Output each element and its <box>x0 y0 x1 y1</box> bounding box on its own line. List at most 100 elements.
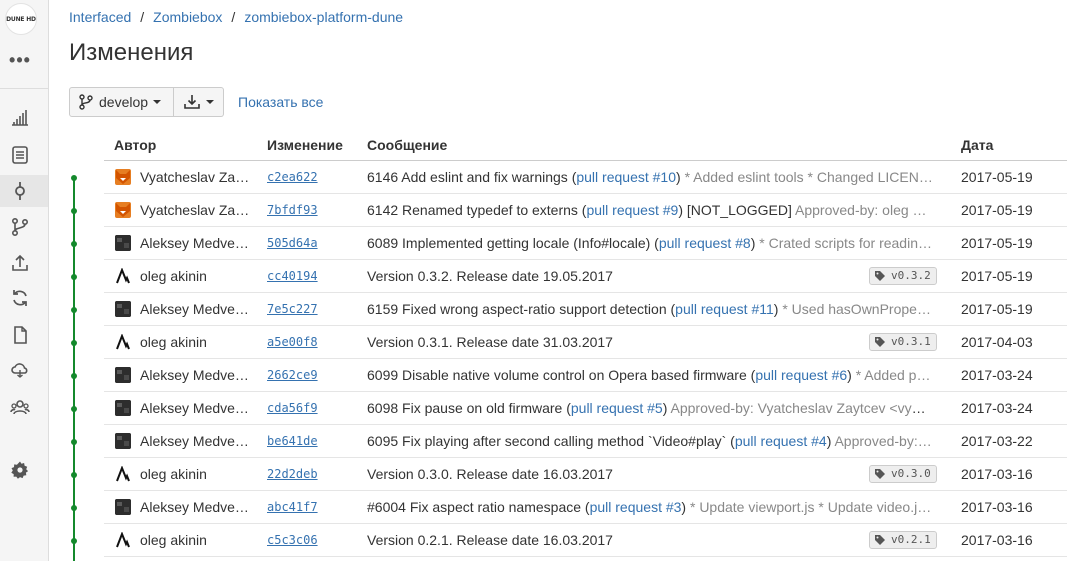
pull-request-link[interactable]: pull request #4 <box>735 433 827 449</box>
commits-icon[interactable] <box>0 175 48 207</box>
users-icon[interactable] <box>10 397 30 417</box>
author-name[interactable]: Aleksey Medve… <box>140 425 252 457</box>
page-title: Изменения <box>69 39 194 66</box>
commit-hash-link[interactable]: cc40194 <box>267 260 318 292</box>
author-name[interactable]: Aleksey Medve… <box>140 392 252 424</box>
commit-hash-link[interactable]: be641de <box>267 425 318 457</box>
table-row: oleg akinin cc40194 Version 0.3.2. Release… <box>104 260 1067 293</box>
commit-hash-link[interactable]: c2ea622 <box>267 161 318 193</box>
table-row: Aleksey Medve… be641de 6095 Fix playing af… <box>104 425 1067 458</box>
commit-message: 6146 Add eslint and fix warnings (pull r… <box>367 161 933 193</box>
message-text: 6099 Disable native volume control on Op… <box>367 367 756 383</box>
tag-badge[interactable]: v0.3.2 <box>869 267 937 285</box>
message-text: 6159 Fixed wrong aspect-ratio support de… <box>367 301 676 317</box>
tag-icon <box>875 271 885 281</box>
author-name[interactable]: Aleksey Medve… <box>140 227 252 259</box>
pull-requests-icon[interactable] <box>10 253 30 273</box>
source-icon[interactable] <box>10 145 30 165</box>
message-text: 6089 Implemented getting locale (Info#lo… <box>367 235 659 251</box>
breadcrumb-project[interactable]: Interfaced <box>69 9 131 25</box>
author-name[interactable]: Aleksey Medve… <box>140 491 252 523</box>
avatar <box>115 268 131 284</box>
download-icon <box>184 95 200 109</box>
message-text: 6098 Fix pause on old firmware ( <box>367 400 571 416</box>
message-text: ) [NOT_LOGGED] <box>678 202 796 218</box>
commit-hash-link[interactable]: 7bfdf93 <box>267 194 318 226</box>
pull-request-link[interactable]: pull request #9 <box>586 202 678 218</box>
download-button[interactable] <box>174 87 224 117</box>
author-name[interactable]: Aleksey Medve… <box>140 359 252 391</box>
commit-hash-link[interactable]: cda56f9 <box>267 392 318 424</box>
commit-hash-link[interactable]: 505d64a <box>267 227 318 259</box>
tag-badge[interactable]: v0.3.1 <box>869 333 937 351</box>
tag-label: v0.3.2 <box>891 269 931 282</box>
commit-list: Vyatcheslav Za… c2ea622 6146 Add eslint an… <box>104 161 1067 557</box>
commit-hash-link[interactable]: a5e00f8 <box>267 326 318 358</box>
message-detail: Approved-by: oleg … <box>795 202 927 218</box>
commit-date: 2017-03-16 <box>961 499 1033 515</box>
author-name[interactable]: oleg akinin <box>140 260 252 292</box>
commit-date: 2017-04-03 <box>961 334 1033 350</box>
branch-name: develop <box>99 94 149 110</box>
settings-icon[interactable] <box>10 460 30 480</box>
commit-hash-link[interactable]: 2662ce9 <box>267 359 318 391</box>
author-name[interactable]: oleg akinin <box>140 326 252 358</box>
commit-message: 6089 Implemented getting locale (Info#lo… <box>367 227 933 259</box>
breadcrumb: Interfaced / Zombiebox / zombiebox-platform-… <box>69 9 403 25</box>
tag-badge[interactable]: v0.2.1 <box>869 531 937 549</box>
statistics-icon[interactable] <box>10 108 30 128</box>
header-change: Изменение <box>267 137 343 153</box>
sidebar: DUNE HD ••• <box>0 0 49 561</box>
avatar <box>115 169 131 185</box>
header-date: Дата <box>961 137 994 153</box>
author-name[interactable]: Aleksey Medve… <box>140 293 252 325</box>
commit-graph-dot <box>71 538 77 544</box>
table-row: Aleksey Medve… 505d64a 6089 Implemented ge… <box>104 227 1067 260</box>
message-text: ) <box>662 400 671 416</box>
message-text: ) <box>847 367 856 383</box>
author-name[interactable]: Vyatcheslav Za… <box>140 161 252 193</box>
commit-message: Version 0.2.1. Release date 16.03.2017 <box>367 524 933 556</box>
author-name[interactable]: oleg akinin <box>140 458 252 490</box>
pull-request-link[interactable]: pull request #8 <box>659 235 751 251</box>
pull-request-link[interactable]: pull request #5 <box>571 400 663 416</box>
tag-icon <box>875 337 885 347</box>
commit-graph-dot <box>71 373 77 379</box>
commit-hash-link[interactable]: c5c3c06 <box>267 524 318 556</box>
message-text: Version 0.3.0. Release date 16.03.2017 <box>367 466 613 482</box>
message-text: #6004 Fix aspect ratio namespace ( <box>367 499 590 515</box>
tag-icon <box>875 535 885 545</box>
pull-request-link[interactable]: pull request #6 <box>755 367 847 383</box>
message-detail: * Added p… <box>855 367 931 383</box>
breadcrumb-repo-group[interactable]: Zombiebox <box>153 9 222 25</box>
commit-hash-link[interactable]: abc41f7 <box>267 491 318 523</box>
breadcrumb-repo[interactable]: zombiebox-platform-dune <box>244 9 403 25</box>
avatar <box>115 301 131 317</box>
chevron-down-icon <box>206 100 214 104</box>
cloud-icon[interactable] <box>10 360 30 380</box>
logo[interactable]: DUNE HD <box>5 3 37 35</box>
more-icon[interactable]: ••• <box>0 50 40 71</box>
commit-hash-link[interactable]: 22d2deb <box>267 458 318 490</box>
message-text: 6095 Fix playing after second calling me… <box>367 433 735 449</box>
sync-icon[interactable] <box>10 288 30 308</box>
file-icon[interactable] <box>10 325 30 345</box>
message-text: Version 0.2.1. Release date 16.03.2017 <box>367 532 613 548</box>
commit-hash-link[interactable]: 7e5c227 <box>267 293 318 325</box>
chevron-down-icon <box>153 100 162 104</box>
author-name[interactable]: Vyatcheslav Za… <box>140 194 252 226</box>
commit-message: Version 0.3.0. Release date 16.03.2017 <box>367 458 933 490</box>
commit-date: 2017-05-19 <box>961 301 1033 317</box>
commit-message: 6159 Fixed wrong aspect-ratio support de… <box>367 293 933 325</box>
branch-selector-button[interactable]: develop <box>69 87 174 117</box>
breadcrumb-separator: / <box>140 9 145 25</box>
author-name[interactable]: oleg akinin <box>140 524 252 556</box>
pull-request-link[interactable]: pull request #10 <box>576 169 676 185</box>
branches-icon[interactable] <box>10 217 30 237</box>
breadcrumb-separator: / <box>231 9 236 25</box>
pull-request-link[interactable]: pull request #3 <box>590 499 682 515</box>
show-all-link[interactable]: Показать все <box>238 94 323 110</box>
avatar <box>115 466 131 482</box>
pull-request-link[interactable]: pull request #11 <box>675 301 774 317</box>
tag-badge[interactable]: v0.3.0 <box>869 465 937 483</box>
